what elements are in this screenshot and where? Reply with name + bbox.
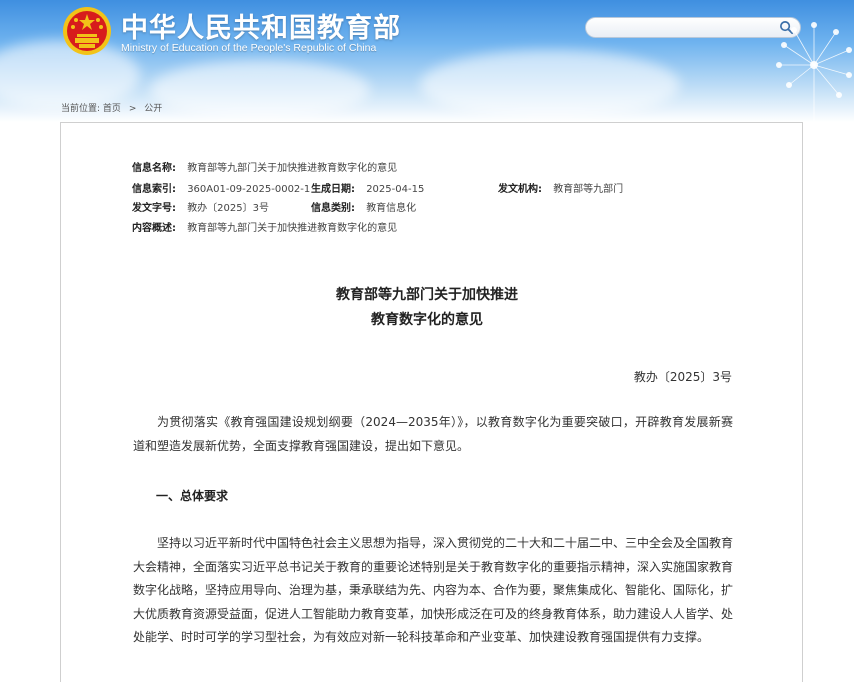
meta-name-value: 教育部等九部门关于加快推进教育数字化的意见 bbox=[187, 163, 398, 174]
document-number: 教办〔2025〕3号 bbox=[633, 370, 732, 384]
meta-name-row: 信息名称: 教育部等九部门关于加快推进教育数字化的意见 bbox=[132, 159, 397, 174]
meta-summary-value: 教育部等九部门关于加快推进教育数字化的意见 bbox=[187, 223, 398, 234]
cloud-decoration bbox=[420, 50, 680, 120]
section-paragraph: 坚持以习近平新时代中国特色社会主义思想为指导，深入贯彻党的二十大和二十届二中、三… bbox=[133, 536, 734, 644]
meta-org-row: 发文机构: 教育部等九部门 bbox=[498, 180, 623, 195]
meta-date-row: 生成日期: 2025-04-15 bbox=[311, 180, 424, 195]
meta-index-row: 信息索引: 360A01-09-2025-0002-1 bbox=[132, 180, 310, 195]
dandelion-decoration bbox=[776, 22, 852, 122]
breadcrumb-prefix: 当前位置: bbox=[61, 104, 101, 114]
meta-docno-value: 教办〔2025〕3号 bbox=[187, 203, 269, 214]
breadcrumb-public-link[interactable]: 公开 bbox=[144, 104, 162, 114]
site-title[interactable]: 中华人民共和国教育部 bbox=[121, 6, 401, 45]
meta-org-label: 发文机构: bbox=[498, 184, 542, 195]
meta-org-value: 教育部等九部门 bbox=[553, 184, 624, 195]
national-emblem-icon[interactable] bbox=[62, 6, 112, 56]
meta-date-label: 生成日期: bbox=[311, 184, 355, 195]
meta-docno-row: 发文字号: 教办〔2025〕3号 bbox=[132, 199, 269, 214]
cloud-decoration bbox=[150, 60, 370, 120]
document-title-line1: 教育部等九部门关于加快推进 bbox=[336, 287, 518, 303]
meta-name-label: 信息名称: bbox=[132, 163, 176, 174]
meta-summary-row: 内容概述: 教育部等九部门关于加快推进教育数字化的意见 bbox=[132, 219, 397, 234]
breadcrumb-home-link[interactable]: 首页 bbox=[103, 104, 121, 114]
meta-summary-label: 内容概述: bbox=[132, 223, 176, 234]
meta-docno-label: 发文字号: bbox=[132, 203, 176, 214]
meta-date-value: 2025-04-15 bbox=[366, 184, 425, 195]
section-heading: 一、总体要求 bbox=[156, 489, 229, 503]
meta-category-label: 信息类别: bbox=[311, 203, 355, 214]
meta-category-row: 信息类别: 教育信息化 bbox=[311, 199, 416, 214]
intro-paragraph: 为贯彻落实《教育强国建设规划纲要（2024—2035年）》，以教育数字化为重要突… bbox=[133, 415, 733, 453]
breadcrumb: 当前位置: 首页 > 公开 bbox=[61, 101, 162, 114]
meta-index-label: 信息索引: bbox=[132, 184, 176, 195]
meta-index-value: 360A01-09-2025-0002-1 bbox=[187, 184, 311, 195]
site-subtitle: Ministry of Education of the People's Re… bbox=[121, 42, 377, 54]
meta-category-value: 教育信息化 bbox=[366, 203, 417, 214]
breadcrumb-separator: > bbox=[128, 104, 137, 114]
document-title-line2: 教育数字化的意见 bbox=[371, 312, 483, 328]
